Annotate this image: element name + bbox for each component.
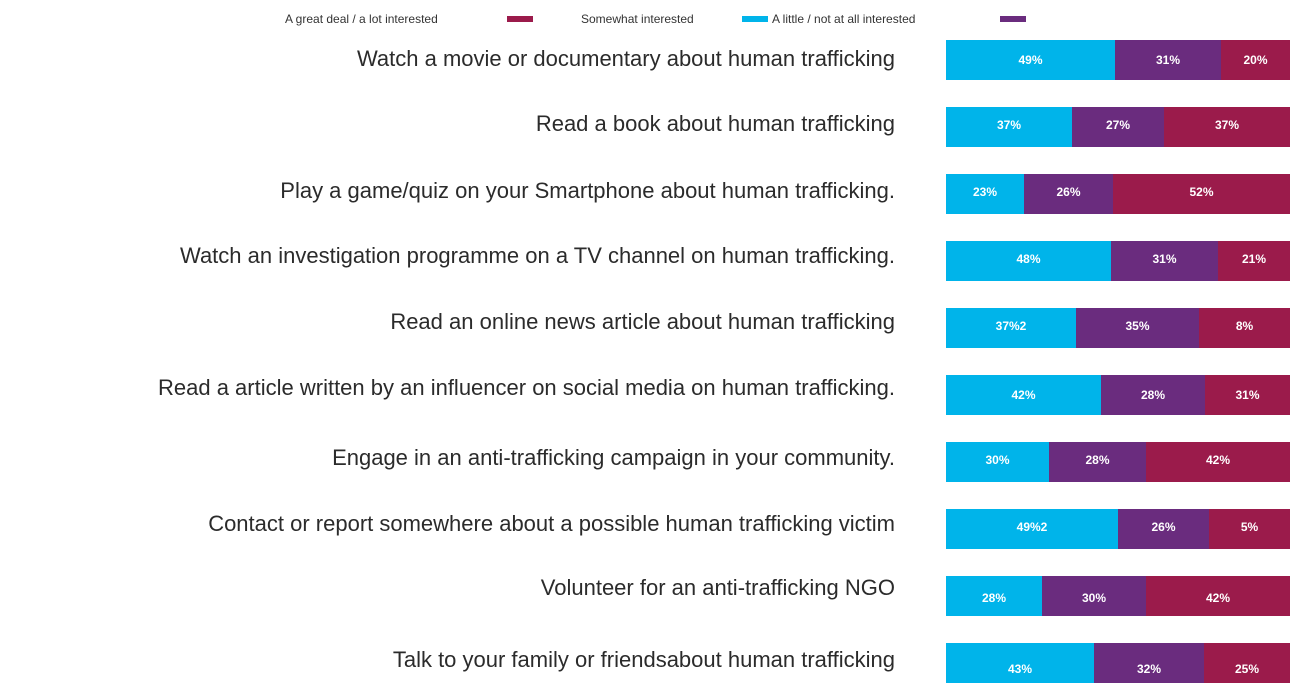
stacked-bar-chart: Watch a movie or documentary about human…: [0, 0, 1290, 692]
data-label: 49%2: [1016, 520, 1048, 534]
bar-row: 37% 27% 37%: [946, 107, 1290, 147]
data-label: 28%: [1140, 388, 1166, 402]
data-label: 32%: [1136, 662, 1162, 676]
data-label: 5%: [1240, 520, 1259, 534]
data-label: 48%: [1016, 252, 1041, 266]
data-label: 26%: [1056, 185, 1081, 199]
category-label: Contact or report somewhere about a poss…: [208, 511, 895, 536]
category-label: Play a game/quiz on your Smartphone abou…: [280, 178, 895, 203]
data-label: 37%2: [995, 319, 1027, 333]
data-label: 37%: [996, 118, 1022, 132]
data-label: 43%: [1007, 662, 1033, 676]
data-label: 52%: [1189, 185, 1214, 199]
bar-row: 42% 28% 31%: [946, 375, 1290, 415]
data-label: 28%: [981, 591, 1007, 605]
bar-row: 43% 32% 25%: [946, 643, 1290, 683]
data-label: 31%: [1152, 252, 1177, 266]
bar-row: 49%2 26% 5%: [946, 509, 1290, 549]
bar-row: 48% 31% 21%: [946, 241, 1290, 281]
data-label: 30%: [985, 453, 1010, 467]
category-label: Watch an investigation programme on a TV…: [180, 243, 895, 268]
bar-row: 37%2 35% 8%: [946, 308, 1290, 348]
bar-row: 30% 28% 42%: [946, 442, 1290, 482]
data-label: 42%: [1205, 591, 1231, 605]
category-label: Read an online news article about human …: [390, 309, 895, 334]
data-label: 27%: [1105, 118, 1131, 132]
data-label: 31%: [1155, 53, 1181, 67]
category-label: Read a article written by an influencer …: [158, 375, 895, 400]
data-label: 28%: [1085, 453, 1110, 467]
data-label: 30%: [1081, 591, 1107, 605]
bar-row: 28% 30% 42%: [946, 576, 1290, 616]
data-label: 35%: [1125, 319, 1150, 333]
data-label: 20%: [1243, 53, 1268, 67]
data-label: 21%: [1241, 252, 1267, 266]
data-label: 31%: [1235, 388, 1260, 402]
data-label: 26%: [1151, 520, 1176, 534]
bar-row: 23% 26% 52%: [946, 174, 1290, 214]
category-label: Watch a movie or documentary about human…: [356, 46, 895, 71]
category-label: Engage in an anti-trafficking campaign i…: [332, 445, 895, 470]
bar-row: 49% 31% 20%: [946, 40, 1290, 80]
data-label: 42%: [1011, 388, 1036, 402]
category-label: Talk to your family or friendsabout huma…: [392, 647, 895, 672]
data-label: 25%: [1234, 662, 1260, 676]
data-label: 23%: [972, 185, 998, 199]
data-label: 42%: [1205, 453, 1231, 467]
data-label: 49%: [1018, 53, 1043, 67]
category-label: Volunteer for an anti-trafficking NGO: [540, 575, 895, 600]
data-label: 37%: [1214, 118, 1240, 132]
category-label: Read a book about human trafficking: [535, 111, 895, 136]
data-label: 8%: [1235, 319, 1254, 333]
